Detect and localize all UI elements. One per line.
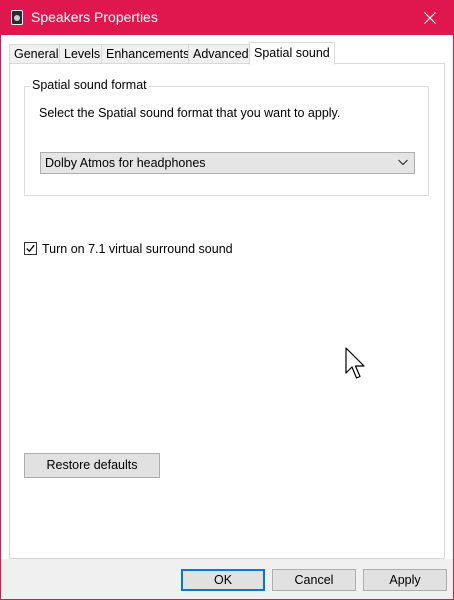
tab-general[interactable]: General [9, 44, 64, 63]
close-button[interactable] [407, 1, 453, 35]
spatial-format-group: Spatial sound format Select the Spatial … [24, 78, 429, 196]
tab-enhancements[interactable]: Enhancements [101, 44, 195, 63]
tab-levels[interactable]: Levels [59, 44, 106, 63]
selected-format: Dolby Atmos for headphones [45, 156, 206, 170]
window-title: Speakers Properties [31, 9, 158, 25]
group-title: Spatial sound format [30, 78, 149, 92]
title-bar[interactable]: Speakers Properties [1, 1, 453, 35]
mouse-pointer-icon [345, 347, 365, 379]
tab-advanced[interactable]: Advanced [188, 44, 254, 63]
virtual-surround-checkbox[interactable]: Turn on 7.1 virtual surround sound [24, 241, 274, 259]
restore-defaults-button[interactable]: Restore defaults [24, 453, 160, 478]
dialog-footer: OK Cancel Apply [1, 559, 453, 599]
close-icon [424, 12, 436, 24]
format-description: Select the Spatial sound format that you… [39, 106, 341, 120]
speaker-icon [11, 10, 23, 25]
spatial-format-dropdown[interactable]: Dolby Atmos for headphones [40, 152, 415, 174]
checkmark-icon [26, 244, 35, 253]
chevron-down-icon [398, 159, 408, 166]
apply-button[interactable]: Apply [363, 569, 447, 591]
ok-button[interactable]: OK [181, 569, 265, 591]
tab-bar: General Levels Enhancements Advanced Spa… [9, 42, 449, 65]
properties-dialog: Speakers Properties General Levels Enhan… [0, 0, 454, 600]
tab-spatial-sound[interactable]: Spatial sound [249, 42, 335, 65]
checkbox-label: Turn on 7.1 virtual surround sound [42, 242, 233, 256]
cancel-button[interactable]: Cancel [272, 569, 356, 591]
checkbox[interactable] [24, 242, 37, 255]
spatial-sound-panel: Spatial sound format Select the Spatial … [9, 63, 445, 559]
